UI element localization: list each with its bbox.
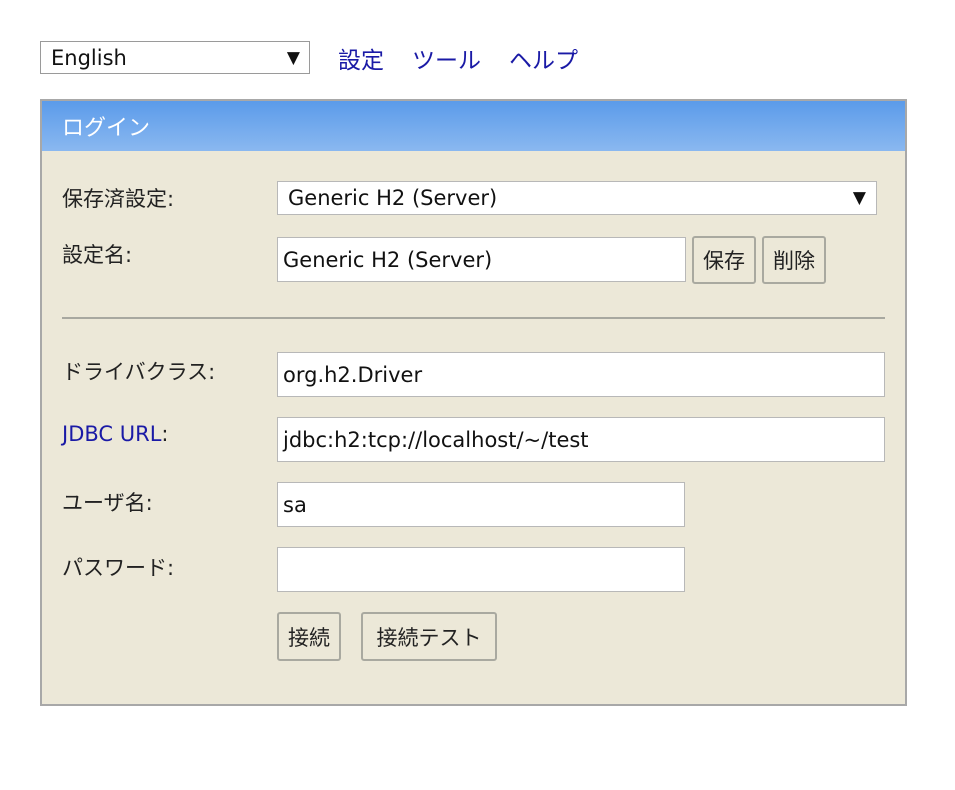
- connect-button[interactable]: 接続: [277, 612, 341, 661]
- setting-name-input[interactable]: Generic H2 (Server): [277, 237, 686, 282]
- password-label: パスワード:: [62, 556, 175, 580]
- login-panel: ログイン 保存済設定: Generic H2 (Server) ▼ 設定名: G…: [40, 99, 907, 706]
- setting-name-value: Generic H2 (Server): [283, 247, 493, 272]
- username-input[interactable]: sa: [277, 482, 685, 527]
- username-value: sa: [283, 492, 307, 517]
- dropdown-arrow-icon: ▼: [286, 47, 300, 68]
- language-select[interactable]: English ▼: [40, 41, 310, 74]
- jdbc-url-input[interactable]: jdbc:h2:tcp://localhost/~/test: [277, 417, 885, 462]
- divider: [62, 317, 885, 319]
- driver-class-input[interactable]: org.h2.Driver: [277, 352, 885, 397]
- delete-button[interactable]: 削除: [762, 236, 826, 284]
- jdbc-url-value: jdbc:h2:tcp://localhost/~/test: [283, 427, 589, 452]
- help-link[interactable]: ヘルプ: [509, 41, 578, 75]
- driver-class-value: org.h2.Driver: [283, 362, 423, 387]
- saved-settings-label: 保存済設定:: [62, 187, 175, 211]
- jdbc-url-colon: :: [161, 422, 169, 446]
- saved-settings-select[interactable]: Generic H2 (Server) ▼: [277, 181, 877, 215]
- jdbc-url-link[interactable]: JDBC URL: [62, 422, 161, 446]
- language-select-value: English: [51, 45, 127, 70]
- dropdown-arrow-icon: ▼: [852, 188, 866, 208]
- top-bar: English ▼ 設定 ツール ヘルプ: [40, 40, 578, 75]
- save-button[interactable]: 保存: [692, 236, 756, 284]
- settings-link[interactable]: 設定: [338, 41, 384, 75]
- tools-link[interactable]: ツール: [412, 41, 481, 75]
- panel-header: ログイン: [42, 101, 905, 151]
- jdbc-url-label-group: JDBC URL:: [62, 422, 168, 446]
- test-connection-button[interactable]: 接続テスト: [361, 612, 497, 661]
- setting-name-label: 設定名:: [62, 243, 133, 267]
- username-label: ユーザ名:: [62, 491, 153, 515]
- driver-class-label: ドライバクラス:: [62, 360, 216, 384]
- password-input[interactable]: [277, 547, 685, 592]
- panel-title: ログイン: [62, 116, 151, 141]
- saved-settings-value: Generic H2 (Server): [288, 186, 498, 210]
